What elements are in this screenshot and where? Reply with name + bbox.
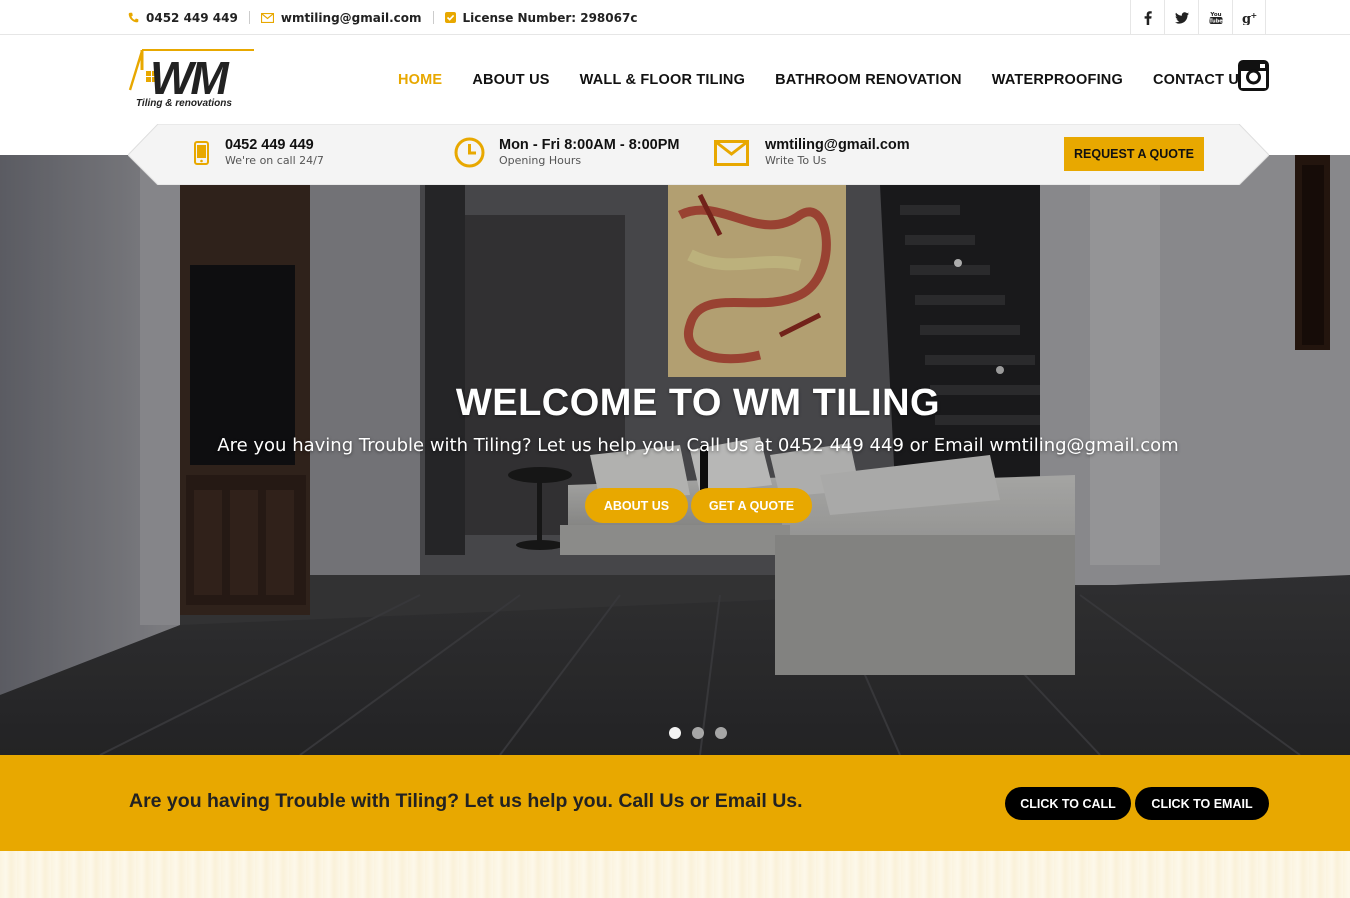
topbar-email-text: wmtiling@gmail.com bbox=[280, 10, 422, 25]
svg-text:+: + bbox=[1250, 11, 1257, 20]
instagram-icon[interactable] bbox=[1238, 60, 1269, 91]
topbar-license: License Number: 298067c bbox=[444, 10, 638, 25]
strip-email-sub: Write To Us bbox=[765, 154, 827, 167]
strip-hours-sub: Opening Hours bbox=[499, 154, 582, 167]
social-links: You Tube g + bbox=[1130, 0, 1266, 35]
bottom-section-background bbox=[0, 851, 1350, 898]
nav-about-us[interactable]: ABOUT US bbox=[472, 72, 549, 88]
slider-dot-1[interactable] bbox=[669, 727, 681, 739]
divider bbox=[432, 11, 434, 24]
twitter-icon[interactable] bbox=[1164, 0, 1198, 35]
slider-dot-2[interactable] bbox=[692, 727, 704, 739]
google-plus-icon[interactable]: g + bbox=[1232, 0, 1266, 35]
topbar-email[interactable]: wmtiling@gmail.com bbox=[260, 10, 422, 25]
hero-title: WELCOME TO WM TILING bbox=[455, 382, 941, 424]
nav-contact-us[interactable]: CONTACT US bbox=[1153, 72, 1249, 88]
click-to-call-button[interactable]: CLICK TO CALL bbox=[1005, 787, 1131, 820]
cta-bar: Are you having Trouble with Tiling? Let … bbox=[0, 755, 1350, 851]
nav-wall-floor-tiling[interactable]: WALL & FLOOR TILING bbox=[580, 72, 745, 88]
facebook-icon[interactable] bbox=[1130, 0, 1164, 35]
divider bbox=[248, 11, 250, 24]
check-square-icon bbox=[444, 12, 456, 23]
logo-tagline: Tiling & renovations bbox=[136, 98, 232, 109]
logo[interactable]: WM Tiling & renovations bbox=[128, 48, 256, 110]
svg-text:Tube: Tube bbox=[1209, 19, 1223, 25]
clock-icon bbox=[454, 137, 485, 168]
top-bar: 0452 449 449 wmtiling@gmail.com License … bbox=[0, 0, 1350, 35]
strip-phone-title: 0452 449 449 bbox=[225, 137, 314, 153]
nav-bathroom-renovation[interactable]: BATHROOM RENOVATION bbox=[775, 72, 962, 88]
mobile-icon bbox=[194, 140, 209, 165]
info-strip: 0452 449 449 We're on call 24/7 Mon - Fr… bbox=[128, 124, 1269, 185]
phone-icon bbox=[128, 12, 139, 23]
strip-hours-title: Mon - Fri 8:00AM - 8:00PM bbox=[499, 137, 680, 153]
strip-phone[interactable]: 0452 449 449 We're on call 24/7 bbox=[194, 137, 324, 168]
request-quote-button[interactable]: REQUEST A QUOTE bbox=[1064, 137, 1204, 171]
nav-waterproofing[interactable]: WATERPROOFING bbox=[992, 72, 1123, 88]
strip-hours: Mon - Fri 8:00AM - 8:00PM Opening Hours bbox=[454, 137, 679, 168]
topbar-license-text: License Number: 298067c bbox=[462, 10, 638, 25]
envelope-icon bbox=[260, 12, 274, 23]
hero-subtitle: Are you having Trouble with Tiling? Let … bbox=[217, 435, 1179, 456]
strip-email[interactable]: wmtiling@gmail.com Write To Us bbox=[714, 137, 910, 168]
youtube-icon[interactable]: You Tube bbox=[1198, 0, 1232, 35]
envelope-icon bbox=[714, 139, 749, 166]
hero-buttons: ABOUT US GET A QUOTE bbox=[585, 488, 812, 523]
contact-info: 0452 449 449 wmtiling@gmail.com License … bbox=[128, 0, 637, 35]
click-to-email-button[interactable]: CLICK TO EMAIL bbox=[1135, 787, 1269, 820]
strip-phone-sub: We're on call 24/7 bbox=[225, 154, 324, 167]
logo-title: WM bbox=[150, 52, 230, 104]
strip-email-title: wmtiling@gmail.com bbox=[765, 137, 910, 153]
nav-home[interactable]: HOME bbox=[398, 72, 442, 88]
hero-slider: WELCOME TO WM TILING Are you having Trou… bbox=[0, 155, 1350, 755]
get-quote-button[interactable]: GET A QUOTE bbox=[691, 488, 812, 523]
cta-message: Are you having Trouble with Tiling? Let … bbox=[129, 790, 803, 812]
main-nav: HOME ABOUT US WALL & FLOOR TILING BATHRO… bbox=[383, 68, 1249, 92]
slider-dot-3[interactable] bbox=[715, 727, 727, 739]
about-us-button[interactable]: ABOUT US bbox=[585, 488, 688, 523]
topbar-phone-text: 0452 449 449 bbox=[146, 10, 238, 25]
topbar-phone[interactable]: 0452 449 449 bbox=[128, 11, 238, 25]
slider-pagination bbox=[669, 727, 738, 739]
